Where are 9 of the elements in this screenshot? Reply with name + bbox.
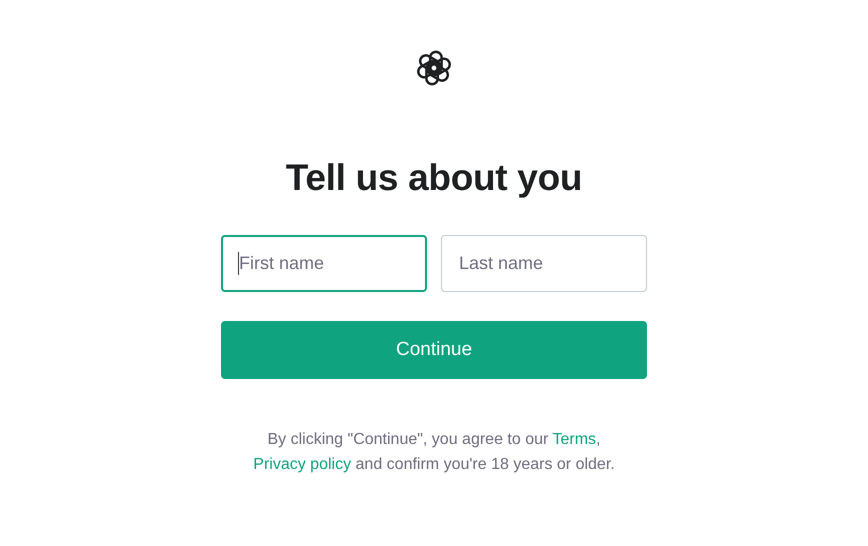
continue-button[interactable]: Continue — [221, 321, 647, 379]
notice-link[interactable]: Privacy policy — [253, 456, 352, 473]
text-cursor — [238, 252, 239, 275]
terms-notice: By clicking "Continue", you agree to our Terms, Privacy policy and confirm you're 18 years or older. — [252, 430, 616, 475]
page-title: Tell us about you — [286, 157, 582, 199]
input-field[interactable]: Last name — [441, 235, 647, 292]
knot-logo-icon — [415, 49, 453, 87]
input-field[interactable]: First name — [221, 235, 427, 292]
notice-link[interactable]: Terms — [552, 431, 596, 448]
